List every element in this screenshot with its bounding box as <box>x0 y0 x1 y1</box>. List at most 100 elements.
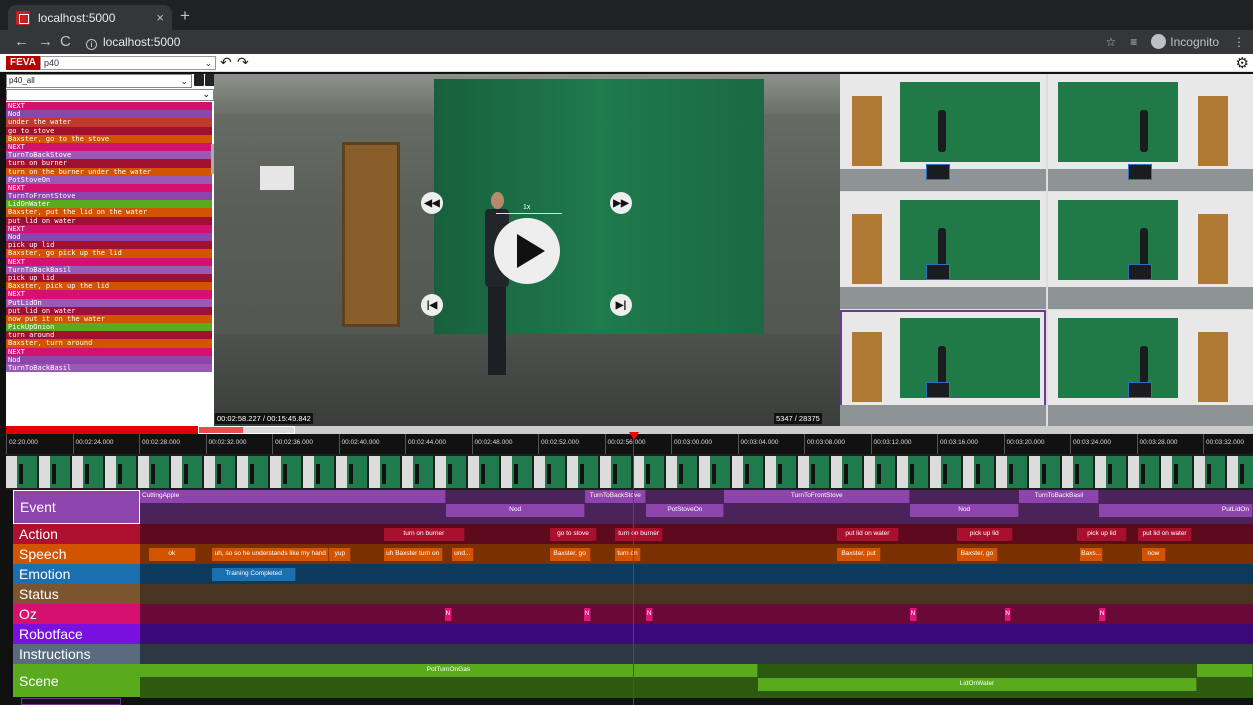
annotation-item[interactable]: NEXT <box>6 224 212 233</box>
track-label-event[interactable]: Event <box>13 490 140 524</box>
save-icon[interactable] <box>194 74 204 86</box>
thumbnail-strip[interactable] <box>6 454 1253 490</box>
video-thumbnail[interactable] <box>105 456 136 488</box>
oz-segment[interactable]: N <box>1004 608 1012 621</box>
track-label-instructions[interactable]: Instructions <box>13 644 140 664</box>
event-segment[interactable]: TurnToFrontStove <box>724 490 911 503</box>
annotation-item[interactable]: PotStoveOn <box>6 175 212 184</box>
browser-tab[interactable]: localhost:5000 × <box>8 5 172 30</box>
video-thumbnail[interactable] <box>1062 456 1093 488</box>
video-thumbnail[interactable] <box>1194 456 1225 488</box>
annotation-item[interactable]: TurnToBackStove <box>6 151 212 160</box>
track-instructions[interactable] <box>140 644 1253 664</box>
annotation-item[interactable]: TurnToFrontStove <box>6 192 212 201</box>
video-thumbnail[interactable] <box>171 456 202 488</box>
annotation-item[interactable]: Nod <box>6 233 212 242</box>
video-thumbnail[interactable] <box>897 456 928 488</box>
reload-icon[interactable]: C <box>60 33 71 50</box>
annotation-item[interactable]: Baxster, go to the stove <box>6 134 212 143</box>
annotation-item[interactable]: pick up lid <box>6 273 212 283</box>
playhead-handle[interactable] <box>629 432 640 440</box>
track-emotion[interactable] <box>140 564 1253 584</box>
track-label-status[interactable]: Status <box>13 584 140 604</box>
playhead[interactable] <box>633 434 635 705</box>
annotation-item[interactable]: now put it on the water <box>6 314 212 324</box>
camera-view[interactable] <box>840 74 1046 191</box>
annotation-item[interactable]: NEXT <box>6 142 212 152</box>
annotation-item[interactable]: PickUpOnion <box>6 323 212 332</box>
video-thumbnail[interactable] <box>732 456 763 488</box>
action-segment[interactable]: turn on burner <box>615 528 664 541</box>
video-thumbnail[interactable] <box>699 456 730 488</box>
new-tab-button[interactable]: + <box>180 6 190 26</box>
video-thumbnail[interactable] <box>600 456 631 488</box>
camera-view[interactable] <box>840 310 1046 427</box>
action-segment[interactable]: put lid on water <box>1138 528 1192 541</box>
annotation-item[interactable]: TurnToBackBasil <box>6 265 212 274</box>
annotation-item[interactable]: go to stove <box>6 126 212 135</box>
video-thumbnail[interactable] <box>567 456 598 488</box>
fast-forward-icon[interactable]: ▶▶ <box>610 192 632 214</box>
action-segment[interactable]: go to stove <box>549 528 598 541</box>
event-segment[interactable]: PotStoveOn <box>646 504 725 517</box>
track-status[interactable] <box>140 584 1253 604</box>
url-field[interactable]: i localhost:5000 <box>86 35 180 50</box>
scene-segment[interactable]: PotTurnOnGas <box>140 664 758 677</box>
video-thumbnail[interactable] <box>666 456 697 488</box>
track-label-emotion[interactable]: Emotion <box>13 564 140 584</box>
annotation-item[interactable]: NEXT <box>6 257 212 266</box>
annotation-tracks[interactable]: CuttingApple Nod TurnToBackStove PotStoveOn… <box>140 490 1253 705</box>
action-segment[interactable]: pick up lid <box>1077 528 1128 541</box>
speech-segment[interactable]: uh Baxster turn on <box>383 548 443 561</box>
event-segment[interactable]: Nod <box>910 504 1020 517</box>
event-segment[interactable]: TurnToBackStove <box>585 490 647 503</box>
event-segment[interactable]: TurnToBackBasil <box>1019 490 1100 503</box>
video-thumbnail[interactable] <box>39 456 70 488</box>
video-thumbnail[interactable] <box>864 456 895 488</box>
scene-segment[interactable]: LidOnWater <box>757 678 1198 691</box>
speech-segment[interactable]: Baxster, put <box>836 548 882 561</box>
gear-icon[interactable]: ⚙ <box>1236 54 1249 72</box>
annotation-item[interactable]: put lid on water <box>6 306 212 315</box>
annotation-item[interactable]: NEXT <box>6 290 212 299</box>
annotation-item[interactable]: Baxster, pick up the lid <box>6 282 212 291</box>
annotation-item[interactable]: LidOnWater <box>6 200 212 209</box>
oz-segment[interactable]: N <box>646 608 654 621</box>
oz-segment[interactable]: N <box>910 608 917 621</box>
undo-icon[interactable]: ↶ <box>220 54 232 71</box>
play-button[interactable] <box>494 218 560 284</box>
video-thumbnail[interactable] <box>1029 456 1060 488</box>
save-as-icon[interactable] <box>205 74 214 86</box>
annotation-item[interactable]: turn on the burner under the water <box>6 167 212 176</box>
footer-scroll[interactable] <box>21 698 121 705</box>
video-thumbnail[interactable] <box>72 456 103 488</box>
annotation-item[interactable]: NEXT <box>6 347 212 356</box>
annotation-item[interactable]: Nod <box>6 355 212 364</box>
close-tab-icon[interactable]: × <box>156 10 164 25</box>
speech-segment[interactable]: Baxster, go <box>549 548 591 561</box>
video-thumbnail[interactable] <box>369 456 400 488</box>
video-thumbnail[interactable] <box>402 456 433 488</box>
track-robotface[interactable] <box>140 624 1253 644</box>
track-oz[interactable] <box>140 604 1253 624</box>
track-label-scene[interactable]: Scene <box>13 664 140 698</box>
action-segment[interactable]: pick up lid <box>956 528 1013 541</box>
annotation-item[interactable]: pick up lid <box>6 241 212 250</box>
reading-list-icon[interactable]: ≡ <box>1130 35 1137 49</box>
camera-view[interactable] <box>1048 310 1253 427</box>
annotation-item[interactable]: NEXT <box>6 183 212 193</box>
speech-segment[interactable]: uh, so so he understands like my hand <box>212 548 330 561</box>
video-thumbnail[interactable] <box>6 456 37 488</box>
browser-menu-icon[interactable]: ⋮ <box>1233 35 1245 49</box>
video-thumbnail[interactable] <box>1227 456 1253 488</box>
annotation-item[interactable]: put lid on water <box>6 216 212 225</box>
skip-back-icon[interactable]: |◀ <box>421 294 443 316</box>
speech-segment[interactable]: yup <box>329 548 352 561</box>
annotation-item[interactable]: under the water <box>6 118 212 127</box>
video-thumbnail[interactable] <box>435 456 466 488</box>
track-label-speech[interactable]: Speech <box>13 544 140 564</box>
speech-segment[interactable]: und... <box>451 548 474 561</box>
video-thumbnail[interactable] <box>270 456 301 488</box>
bookmark-star-icon[interactable]: ☆ <box>1106 35 1117 49</box>
oz-segment[interactable]: N <box>1099 608 1107 621</box>
